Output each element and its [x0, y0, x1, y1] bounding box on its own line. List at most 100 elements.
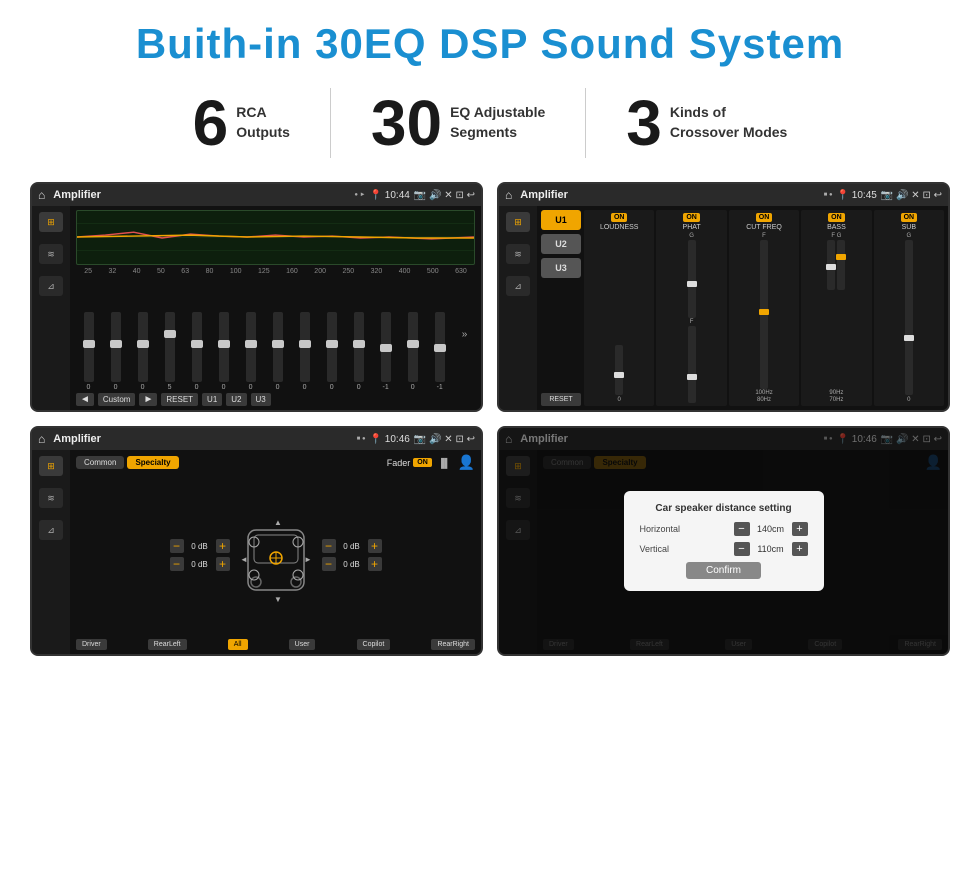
db-plus-fl[interactable]: +: [216, 539, 230, 553]
crossover-sidebar-icon-1[interactable]: ⊞: [506, 212, 530, 232]
db-control-rr: − 0 dB +: [322, 557, 382, 571]
db-plus-rl[interactable]: +: [216, 557, 230, 571]
tab-specialty[interactable]: Specialty: [127, 456, 178, 469]
driver-btn[interactable]: Driver: [76, 639, 107, 650]
db-minus-fl[interactable]: −: [170, 539, 184, 553]
crossover-time: 📍 10:45: [837, 190, 877, 201]
eq-slider-6[interactable]: 0: [246, 312, 256, 391]
fader-sidebar-icon-3[interactable]: ⊿: [39, 520, 63, 540]
copilot-btn[interactable]: Copilot: [357, 639, 391, 650]
eq-slider-11[interactable]: -1: [381, 312, 391, 391]
stat-crossover: 3 Kinds ofCrossover Modes: [586, 91, 827, 155]
vertical-minus-btn[interactable]: −: [734, 542, 750, 556]
eq-u2-btn[interactable]: U2: [226, 393, 246, 406]
eq-slider-3[interactable]: 5: [165, 312, 175, 391]
eq-content: ⊞ ≋ ⊿: [32, 206, 481, 410]
eq-next-btn[interactable]: ►: [139, 393, 157, 406]
cutfreq-on: ON: [756, 213, 773, 222]
eq-reset-btn[interactable]: RESET: [161, 393, 198, 406]
eq-preset-label: Custom: [98, 393, 136, 406]
eq-slider-2[interactable]: 0: [138, 312, 148, 391]
eq-topbar-icons: 📷 🔊 ✕ ⊡ ↩: [414, 190, 475, 201]
fader-sidebar-icon-2[interactable]: ≋: [39, 488, 63, 508]
crossover-sidebar-icon-2[interactable]: ≋: [506, 244, 530, 264]
eq-graph: [76, 210, 475, 265]
vertical-plus-btn[interactable]: +: [792, 542, 808, 556]
cutfreq-slider[interactable]: [760, 240, 768, 389]
eq-slider-13[interactable]: -1: [435, 312, 445, 391]
eq-topbar: ⌂ Amplifier ● ► 📍 10:44 📷 🔊 ✕ ⊡ ↩: [32, 184, 481, 206]
phat-slider-f[interactable]: [688, 326, 696, 404]
rearright-btn[interactable]: RearRight: [431, 639, 475, 650]
stats-row: 6 RCAOutputs 30 EQ AdjustableSegments 3 …: [30, 88, 950, 158]
speaker-layout: − 0 dB + − 0 dB +: [76, 475, 475, 635]
phat-slider-g[interactable]: [688, 240, 696, 318]
home-icon: ⌂: [38, 188, 45, 202]
db-minus-rr[interactable]: −: [322, 557, 336, 571]
eq-slider-9[interactable]: 0: [327, 312, 337, 391]
eq-slider-12[interactable]: 0: [408, 312, 418, 391]
fader-screen: ⌂ Amplifier ■ ● 📍 10:46 📷 🔊 ✕ ⊡ ↩ ⊞ ≋ ⊿ …: [30, 426, 483, 656]
sub-val: 0: [907, 397, 910, 403]
eq-prev-btn[interactable]: ◄: [76, 393, 94, 406]
horizontal-control: − 140cm +: [734, 522, 808, 536]
horizontal-plus-btn[interactable]: +: [792, 522, 808, 536]
eq-sidebar-icon-1[interactable]: ⊞: [39, 212, 63, 232]
svg-text:▼: ▼: [274, 595, 282, 604]
fader-topbar: ⌂ Amplifier ■ ● 📍 10:46 📷 🔊 ✕ ⊡ ↩: [32, 428, 481, 450]
eq-sidebar-icon-2[interactable]: ≋: [39, 244, 63, 264]
db-plus-fr[interactable]: +: [368, 539, 382, 553]
confirm-button[interactable]: Confirm: [686, 562, 761, 579]
eq-slider-5[interactable]: 0: [219, 312, 229, 391]
bass-slider-g[interactable]: [837, 240, 845, 290]
eq-slider-4[interactable]: 0: [192, 312, 202, 391]
sub-label: SUB: [902, 224, 916, 231]
eq-slider-10[interactable]: 0: [354, 312, 364, 391]
fader-tabs: Common Specialty Fader ON ▐▌ 👤: [76, 454, 475, 471]
eq-slider-0[interactable]: 0: [84, 312, 94, 391]
stat-rca-text: RCAOutputs: [236, 103, 290, 142]
crossover-u2-btn[interactable]: U2: [541, 234, 581, 254]
db-minus-fr[interactable]: −: [322, 539, 336, 553]
fader-sidebar-icon-1[interactable]: ⊞: [39, 456, 63, 476]
eq-u3-btn[interactable]: U3: [251, 393, 271, 406]
tab-common[interactable]: Common: [76, 456, 124, 469]
channel-cutfreq: ON CUT FREQ F 100Hz 80Hz: [729, 210, 799, 406]
fader-on-badge: ON: [413, 458, 432, 467]
stat-crossover-text: Kinds ofCrossover Modes: [670, 103, 787, 142]
speaker-controls-left: − 0 dB + − 0 dB +: [170, 539, 230, 571]
bass-slider-f[interactable]: [827, 240, 835, 290]
svg-text:◄: ◄: [240, 555, 248, 564]
svg-text:▲: ▲: [274, 518, 282, 527]
eq-slider-1[interactable]: 0: [111, 312, 121, 391]
crossover-reset-btn[interactable]: RESET: [541, 393, 581, 406]
db-minus-rl[interactable]: −: [170, 557, 184, 571]
bass-label: BASS: [827, 224, 846, 231]
eq-slider-7[interactable]: 0: [273, 312, 283, 391]
sub-slider[interactable]: [905, 240, 913, 395]
eq-slider-8[interactable]: 0: [300, 312, 310, 391]
db-value-fr: 0 dB: [338, 542, 366, 551]
crossover-title: Amplifier: [520, 189, 819, 201]
crossover-main: U1 U2 U3 RESET ON LOUDNESS: [537, 206, 948, 410]
crossover-u3-btn[interactable]: U3: [541, 258, 581, 278]
rearleft-btn[interactable]: RearLeft: [148, 639, 187, 650]
crossover-sidebar-icon-3[interactable]: ⊿: [506, 276, 530, 296]
db-plus-rr[interactable]: +: [368, 557, 382, 571]
fader-home-icon: ⌂: [38, 432, 45, 446]
eq-u1-btn[interactable]: U1: [202, 393, 222, 406]
crossover-screen: ⌂ Amplifier ■ ● 📍 10:45 📷 🔊 ✕ ⊡ ↩ ⊞ ≋ ⊿ …: [497, 182, 950, 412]
user-btn[interactable]: User: [289, 639, 316, 650]
loudness-on: ON: [611, 213, 628, 222]
horizontal-minus-btn[interactable]: −: [734, 522, 750, 536]
phat-on: ON: [683, 213, 700, 222]
fader-topbar-icons: 📷 🔊 ✕ ⊡ ↩: [414, 434, 475, 445]
crossover-home-icon: ⌂: [505, 188, 512, 202]
loudness-slider[interactable]: [615, 345, 623, 395]
eq-sidebar-icon-3[interactable]: ⊿: [39, 276, 63, 296]
db-control-fl: − 0 dB +: [170, 539, 230, 553]
crossover-u1-btn[interactable]: U1: [541, 210, 581, 230]
stat-eq-text: EQ AdjustableSegments: [450, 103, 545, 142]
db-control-rl: − 0 dB +: [170, 557, 230, 571]
all-btn[interactable]: All: [228, 639, 248, 650]
